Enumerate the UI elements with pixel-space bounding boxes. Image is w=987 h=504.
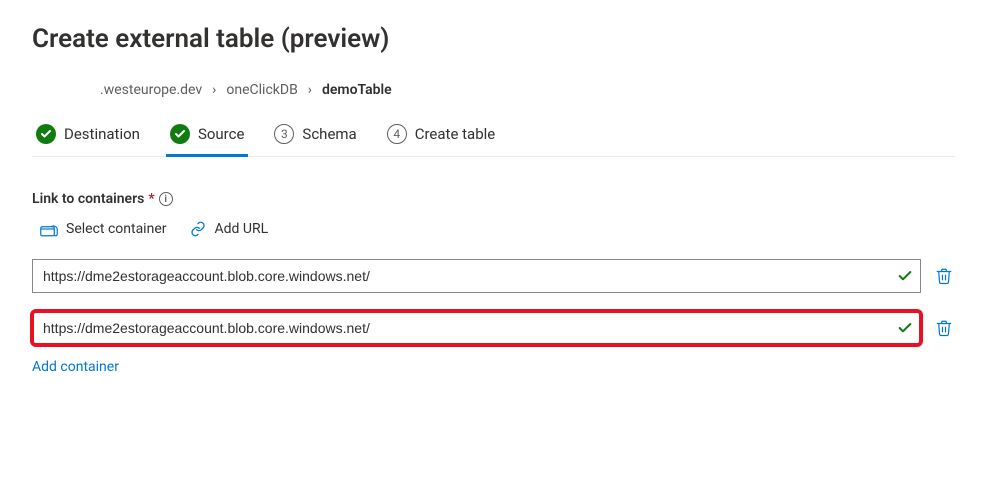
section-label: Link to containers * i: [32, 191, 955, 207]
check-icon: [36, 124, 56, 144]
breadcrumb-item[interactable]: oneClickDB: [226, 82, 297, 98]
step-destination[interactable]: Destination: [32, 122, 144, 157]
step-source[interactable]: Source: [166, 122, 248, 157]
breadcrumb: .westeurope.dev › oneClickDB › demoTable: [100, 82, 955, 98]
required-marker: *: [148, 191, 154, 207]
page-title: Create external table (preview): [32, 24, 955, 54]
chevron-right-icon: ›: [308, 82, 312, 98]
delete-url-button[interactable]: [933, 317, 955, 339]
step-create-table[interactable]: 4 Create table: [383, 122, 500, 157]
chevron-right-icon: ›: [212, 82, 216, 98]
url-input[interactable]: [32, 259, 921, 293]
step-number-icon: 4: [387, 124, 407, 144]
delete-url-button[interactable]: [933, 265, 955, 287]
url-input[interactable]: [32, 311, 921, 345]
valid-check-icon: [897, 320, 913, 336]
step-label: Schema: [302, 125, 356, 143]
breadcrumb-item-active: demoTable: [322, 82, 392, 98]
step-label: Destination: [64, 125, 140, 143]
step-label: Source: [198, 125, 244, 143]
add-url-button[interactable]: Add URL: [189, 221, 269, 237]
container-toolbar: Select container Add URL: [40, 221, 955, 237]
valid-check-icon: [897, 268, 913, 284]
add-container-link[interactable]: Add container: [32, 359, 119, 375]
section-label-text: Link to containers: [32, 191, 144, 207]
step-label: Create table: [415, 125, 496, 143]
wizard-steps: Destination Source 3 Schema 4 Create tab…: [32, 122, 955, 157]
url-rows: [32, 259, 955, 345]
url-row: [32, 259, 955, 293]
add-url-label: Add URL: [215, 221, 269, 237]
step-number-icon: 3: [274, 124, 294, 144]
select-container-button[interactable]: Select container: [40, 221, 167, 237]
link-icon: [189, 221, 207, 237]
url-input-wrap: [32, 259, 921, 293]
check-icon: [170, 124, 190, 144]
step-schema[interactable]: 3 Schema: [270, 122, 360, 157]
storage-icon: [40, 221, 58, 237]
select-container-label: Select container: [66, 221, 167, 237]
info-icon[interactable]: i: [159, 192, 173, 206]
url-input-wrap: [32, 311, 921, 345]
url-row: [32, 311, 955, 345]
breadcrumb-item[interactable]: .westeurope.dev: [100, 82, 202, 98]
